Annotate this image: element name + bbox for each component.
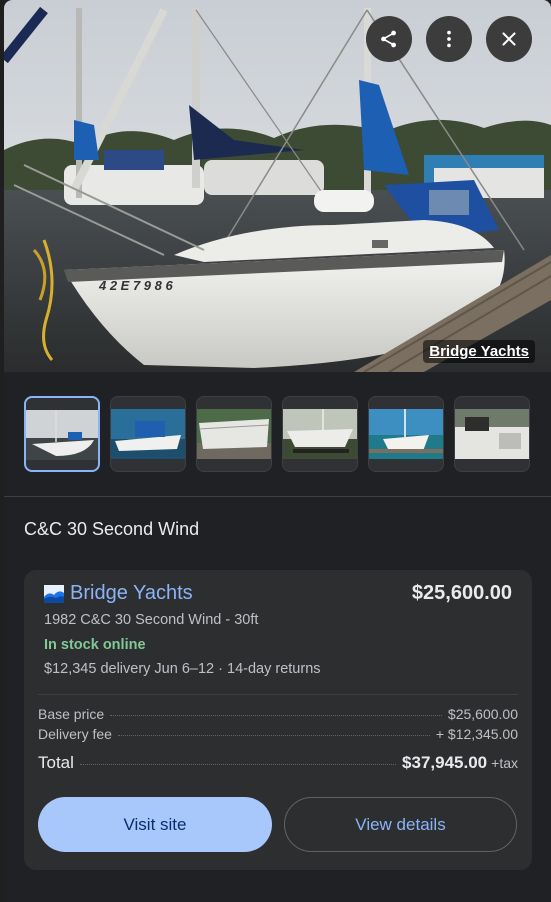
sailboat-photo: 4 2 E 7 9 8 6 xyxy=(4,0,551,372)
leader-dots xyxy=(117,735,430,736)
close-icon xyxy=(502,32,516,46)
thumbnail-image xyxy=(369,409,443,459)
offer-card: Bridge Yachts $25,600.00 1982 C&C 30 Sec… xyxy=(24,570,532,870)
thumbnail-image xyxy=(26,410,98,460)
more-options-button[interactable] xyxy=(426,16,472,62)
separator-dot: · xyxy=(218,661,223,677)
more-vert-icon xyxy=(447,30,451,48)
thumbnail-boat-marina-aerial[interactable] xyxy=(368,396,444,472)
leader-dots xyxy=(79,764,397,765)
leader-dots xyxy=(110,715,442,716)
thumbnail-sailboat-docked[interactable] xyxy=(24,396,100,472)
thumbnail-boat-interior[interactable] xyxy=(454,396,530,472)
product-title: C&C 30 Second Wind xyxy=(24,519,200,539)
thumbnail-boat-hull-side[interactable] xyxy=(196,396,272,472)
base-price-row: Base price $25,600.00 xyxy=(38,706,518,722)
stock-status: In stock online xyxy=(44,637,146,653)
base-price-value: $25,600.00 xyxy=(447,706,518,722)
product-panel: 4 2 E 7 9 8 6 Bridge Yachts C&C 30 Secon… xyxy=(4,0,551,902)
merchant-name: Bridge Yachts xyxy=(70,582,193,604)
thumbnail-image xyxy=(455,409,529,459)
delivery-fee-label: Delivery fee xyxy=(38,726,112,742)
merchant-logo-icon xyxy=(44,584,64,603)
thumbnail-image xyxy=(197,409,271,459)
image-credit-link[interactable]: Bridge Yachts xyxy=(423,340,535,363)
tax-suffix: +tax xyxy=(491,755,518,771)
delivery-fee-row: Delivery fee + $12,345.00 xyxy=(38,726,518,742)
base-price-label: Base price xyxy=(38,706,105,722)
thumbnail-image xyxy=(111,409,185,459)
thumbnail-strip xyxy=(24,396,530,472)
delivery-text: $12,345 delivery Jun 6–12 xyxy=(44,661,215,677)
returns-text: 14-day returns xyxy=(227,661,321,677)
card-divider xyxy=(38,694,518,695)
delivery-fee-value: + $12,345.00 xyxy=(435,726,518,742)
total-row: Total $37,945.00 +tax xyxy=(38,753,518,773)
thumbnail-image xyxy=(283,409,357,459)
thumbnail-boat-on-trailer[interactable] xyxy=(282,396,358,472)
total-value: $37,945.00 +tax xyxy=(402,753,518,773)
thumbnail-boat-cockpit-cover[interactable] xyxy=(110,396,186,472)
listing-title: 1982 C&C 30 Second Wind - 30ft xyxy=(44,612,259,628)
share-button[interactable] xyxy=(366,16,412,62)
visit-site-button[interactable]: Visit site xyxy=(38,797,272,852)
close-button[interactable] xyxy=(486,16,532,62)
total-amount: $37,945.00 xyxy=(402,753,488,772)
share-icon xyxy=(381,30,396,48)
total-label: Total xyxy=(38,753,74,772)
hull-number: 4 2 E 7 9 8 6 xyxy=(98,278,173,293)
divider xyxy=(4,496,551,497)
hero-image[interactable]: 4 2 E 7 9 8 6 Bridge Yachts xyxy=(4,0,551,372)
merchant-link[interactable]: Bridge Yachts xyxy=(44,582,193,605)
offer-price: $25,600.00 xyxy=(411,582,512,604)
delivery-info: $12,345 delivery Jun 6–12 · 14-day retur… xyxy=(44,661,321,677)
view-details-button[interactable]: View details xyxy=(284,797,517,852)
